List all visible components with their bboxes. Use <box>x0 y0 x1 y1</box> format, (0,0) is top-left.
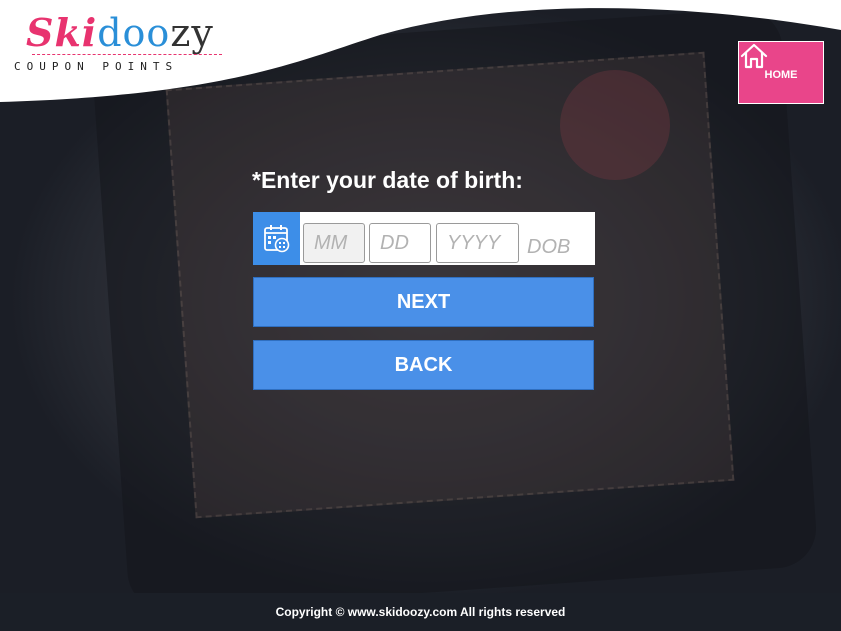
home-label: HOME <box>764 68 798 81</box>
footer: Copyright © www.skidoozy.com All rights … <box>0 593 841 631</box>
day-input[interactable] <box>369 223 431 263</box>
calendar-icon <box>263 224 289 252</box>
logo-tagline: COUPON POINTS <box>14 60 179 73</box>
home-icon <box>740 43 768 69</box>
next-button[interactable]: NEXT <box>253 277 594 327</box>
copyright-text: Copyright © www.skidoozy.com All rights … <box>275 605 566 619</box>
logo-wordmark: Skidoozy <box>26 10 214 55</box>
month-input[interactable] <box>303 223 365 263</box>
calendar-icon-box <box>253 212 300 265</box>
dob-label: DOB <box>527 236 571 258</box>
logo-divider <box>32 54 222 55</box>
page-title: *Enter your date of birth: <box>252 167 523 193</box>
year-input[interactable] <box>436 223 519 263</box>
header: Skidoozy COUPON POINTS HOME <box>0 0 841 110</box>
dob-field-group: DOB <box>253 212 595 265</box>
home-button[interactable]: HOME <box>738 41 824 104</box>
back-button[interactable]: BACK <box>253 340 594 390</box>
logo[interactable]: Skidoozy COUPON POINTS <box>12 8 248 78</box>
